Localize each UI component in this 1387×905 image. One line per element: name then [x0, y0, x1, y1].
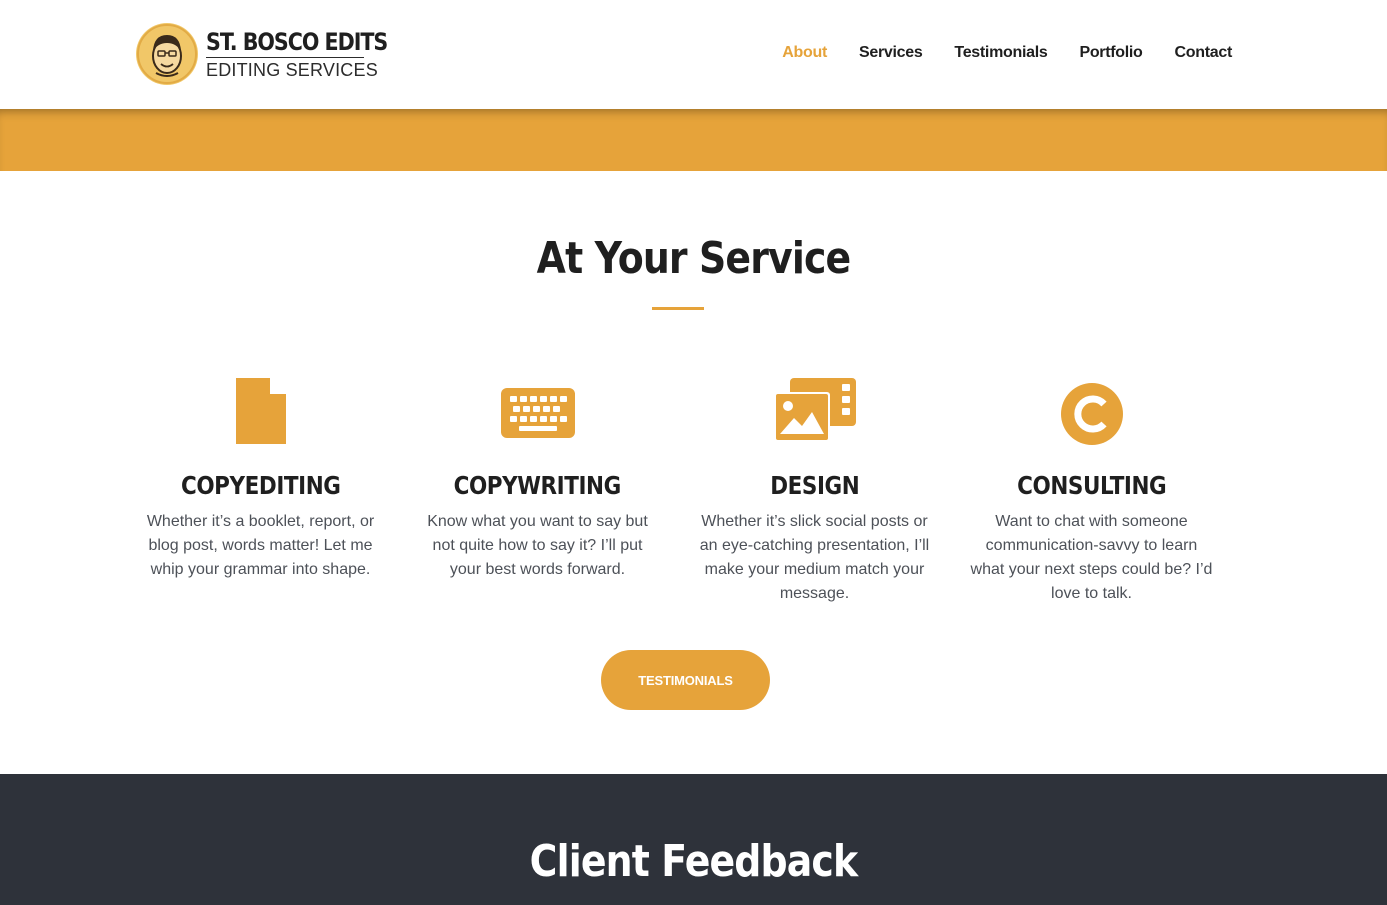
brand-title: ST. BOSCO EDITS: [206, 27, 388, 56]
service-description: Want to chat with someone communication-…: [970, 513, 1213, 602]
services-grid: COPYEDITING Whether it’s a booklet, repo…: [122, 378, 1277, 606]
document-icon: [235, 378, 286, 448]
feedback-title: Client Feedback: [529, 836, 858, 887]
nav-link-portfolio[interactable]: Portfolio: [1079, 44, 1142, 62]
accent-banner: [0, 109, 1387, 171]
logo-text: ST. BOSCO EDITS EDITING SERVICES: [206, 27, 417, 81]
service-name: COPYEDITING: [180, 471, 341, 500]
site-logo[interactable]: ST. BOSCO EDITS EDITING SERVICES: [136, 22, 388, 86]
service-description: Whether it’s a booklet, report, or blog …: [146, 513, 375, 578]
title-underline: [652, 307, 704, 310]
service-description: Whether it’s slick social posts or an ey…: [699, 513, 930, 602]
service-card-copywriting: COPYWRITING Know what you want to say bu…: [399, 378, 676, 606]
main-nav: About Services Testimonials Portfolio Co…: [782, 44, 1232, 62]
images-icon: [773, 378, 856, 448]
copyright-icon: [1060, 378, 1124, 448]
service-name: DESIGN: [769, 471, 860, 500]
nav-link-contact[interactable]: Contact: [1175, 44, 1233, 62]
service-description: Know what you want to say but not quite …: [427, 513, 648, 578]
service-card-copyediting: COPYEDITING Whether it’s a booklet, repo…: [122, 378, 399, 606]
nav-link-services[interactable]: Services: [859, 44, 923, 62]
services-title: At Your Service: [536, 233, 852, 284]
service-card-consulting: CONSULTING Want to chat with someone com…: [953, 378, 1230, 606]
brand-subtitle: EDITING SERVICES: [206, 60, 378, 81]
service-card-design: DESIGN Whether it’s slick social posts o…: [676, 378, 953, 606]
logo-divider: [206, 56, 364, 59]
service-name: COPYWRITING: [453, 471, 622, 500]
face-portrait-icon: [136, 23, 198, 85]
keyboard-icon: [500, 378, 575, 448]
nav-link-about[interactable]: About: [782, 44, 827, 62]
site-header: ST. BOSCO EDITS EDITING SERVICES About S…: [0, 0, 1387, 109]
testimonials-button[interactable]: TESTIMONIALS: [601, 650, 770, 710]
service-name: CONSULTING: [1016, 471, 1167, 500]
nav-link-testimonials[interactable]: Testimonials: [954, 44, 1047, 62]
